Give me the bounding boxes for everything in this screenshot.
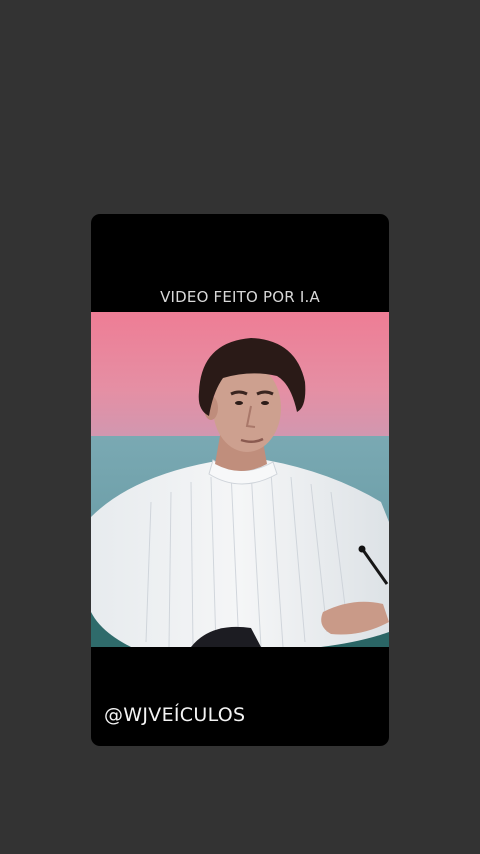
video-frame-image (91, 312, 389, 647)
account-handle[interactable]: @WJVEÍCULOS (104, 704, 245, 726)
video-caption: VIDEO FEITO POR I.A (160, 288, 320, 306)
story-card: VIDEO FEITO POR I.A @WJVEÍCULOS (91, 214, 389, 746)
video-player[interactable] (91, 312, 389, 647)
